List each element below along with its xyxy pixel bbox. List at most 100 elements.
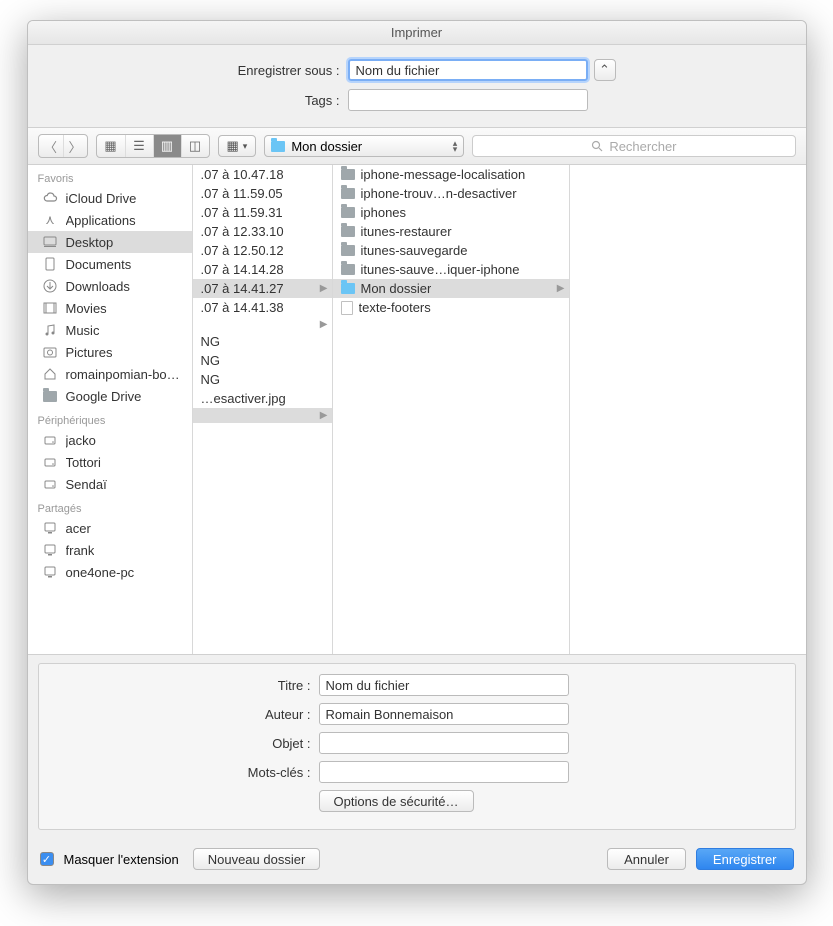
file-row[interactable]: texte-footers: [333, 298, 569, 317]
file-name: texte-footers: [359, 300, 431, 315]
sidebar-item[interactable]: Music: [28, 319, 192, 341]
file-row[interactable]: itunes-sauvegarde: [333, 241, 569, 260]
file-name: Mon dossier: [361, 281, 432, 296]
file-row[interactable]: .07 à 14.14.28: [193, 260, 332, 279]
bottom-bar: ✓ Masquer l'extension Nouveau dossier An…: [28, 838, 806, 884]
sidebar-item[interactable]: iCloud Drive: [28, 187, 192, 209]
search-field[interactable]: Rechercher: [472, 135, 795, 157]
disk-icon: [42, 432, 58, 448]
sidebar-item-label: jacko: [66, 433, 96, 448]
chevron-right-icon: ▶: [316, 319, 328, 330]
file-row[interactable]: .07 à 12.33.10: [193, 222, 332, 241]
sidebar-item-label: Music: [66, 323, 100, 338]
file-name: NG: [201, 334, 221, 349]
file-row[interactable]: .07 à 11.59.31: [193, 203, 332, 222]
folder-icon: [341, 207, 355, 218]
column-1: .07 à 10.47.18.07 à 11.59.05.07 à 11.59.…: [193, 165, 333, 654]
sidebar-item[interactable]: Sendaï: [28, 473, 192, 495]
cloud-icon: [42, 190, 58, 206]
file-name: iphone-trouv…n-desactiver: [361, 186, 517, 201]
collapse-button[interactable]: ⌃: [594, 59, 616, 81]
file-row[interactable]: .07 à 14.41.38: [193, 298, 332, 317]
sidebar-item-label: romainpomian-bonne…: [66, 367, 182, 382]
sidebar-item[interactable]: jacko: [28, 429, 192, 451]
sidebar-item[interactable]: romainpomian-bonne…: [28, 363, 192, 385]
save-as-label: Enregistrer sous :: [58, 63, 348, 78]
view-mode-group: ▦ ☰ ▥ ◫: [96, 134, 210, 158]
file-row[interactable]: iphone-message-localisation: [333, 165, 569, 184]
sidebar-item[interactable]: ⋏Applications: [28, 209, 192, 231]
sidebar-item[interactable]: Google Drive: [28, 385, 192, 407]
file-row[interactable]: .07 à 10.47.18: [193, 165, 332, 184]
pc-icon: [42, 520, 58, 536]
column-view-button[interactable]: ▥: [153, 135, 181, 157]
home-icon: [42, 366, 58, 382]
tags-input[interactable]: [348, 89, 588, 111]
path-popup[interactable]: Mon dossier ▴▾: [264, 135, 464, 157]
file-name: NG: [201, 372, 221, 387]
subject-input[interactable]: [319, 732, 569, 754]
new-folder-button[interactable]: Nouveau dossier: [193, 848, 321, 870]
file-row[interactable]: iphone-trouv…n-desactiver: [333, 184, 569, 203]
sidebar-item[interactable]: Tottori: [28, 451, 192, 473]
sidebar-item[interactable]: Documents: [28, 253, 192, 275]
hide-extension-label: Masquer l'extension: [64, 852, 179, 867]
file-row[interactable]: .07 à 11.59.05: [193, 184, 332, 203]
file-row[interactable]: itunes-sauve…iquer-iphone: [333, 260, 569, 279]
music-icon: [42, 322, 58, 338]
top-fields: Enregistrer sous : ⌃ Tags :: [28, 45, 806, 127]
save-button[interactable]: Enregistrer: [696, 848, 794, 870]
file-name: NG: [201, 353, 221, 368]
file-row[interactable]: ▶: [193, 317, 332, 332]
tags-label: Tags :: [58, 93, 348, 108]
save-dialog: Imprimer Enregistrer sous : ⌃ Tags : 〈 〉…: [27, 20, 807, 885]
disk-icon: [42, 476, 58, 492]
keywords-input[interactable]: [319, 761, 569, 783]
file-row[interactable]: NG: [193, 351, 332, 370]
file-row[interactable]: Mon dossier▶: [333, 279, 569, 298]
cancel-button[interactable]: Annuler: [607, 848, 686, 870]
chevron-right-icon: ▶: [316, 410, 328, 421]
icon-view-button[interactable]: ▦: [97, 135, 125, 157]
file-row[interactable]: NG: [193, 332, 332, 351]
security-options-button[interactable]: Options de sécurité…: [319, 790, 474, 812]
file-row[interactable]: .07 à 12.50.12: [193, 241, 332, 260]
column-2: iphone-message-localisation iphone-trouv……: [333, 165, 570, 654]
file-name: .07 à 14.41.38: [201, 300, 284, 315]
list-view-button[interactable]: ☰: [125, 135, 153, 157]
back-button[interactable]: 〈: [39, 135, 63, 157]
sidebar-item[interactable]: Movies: [28, 297, 192, 319]
sidebar-item[interactable]: frank: [28, 539, 192, 561]
file-row[interactable]: NG: [193, 370, 332, 389]
file-row[interactable]: iphones: [333, 203, 569, 222]
forward-button[interactable]: 〉: [63, 135, 87, 157]
sidebar-item-label: Sendaï: [66, 477, 107, 492]
toolbar: 〈 〉 ▦ ☰ ▥ ◫ ▦ ▾ Mon dossier ▴▾ Recherche…: [28, 127, 806, 165]
file-name: iphones: [361, 205, 407, 220]
sidebar-heading: Périphériques: [28, 407, 192, 429]
author-input[interactable]: [319, 703, 569, 725]
chevron-down-icon: ▾: [243, 141, 248, 152]
search-placeholder: Rechercher: [609, 139, 676, 154]
filename-input[interactable]: [348, 59, 588, 81]
sidebar-item[interactable]: Downloads: [28, 275, 192, 297]
chevron-right-icon: ▶: [316, 283, 328, 294]
sidebar-item[interactable]: one4one-pc: [28, 561, 192, 583]
file-row[interactable]: .07 à 14.41.27▶: [193, 279, 332, 298]
title-input[interactable]: [319, 674, 569, 696]
coverflow-view-button[interactable]: ◫: [181, 135, 209, 157]
coverflow-icon: ◫: [189, 138, 201, 154]
file-row[interactable]: itunes-restaurer: [333, 222, 569, 241]
hide-extension-checkbox[interactable]: ✓: [40, 852, 54, 866]
file-row[interactable]: …esactiver.jpg: [193, 389, 332, 408]
arrange-button[interactable]: ▦ ▾: [218, 135, 257, 157]
grid-small-icon: ▦: [227, 138, 239, 154]
sidebar-item-label: iCloud Drive: [66, 191, 137, 206]
sidebar-item[interactable]: Desktop: [28, 231, 192, 253]
file-row[interactable]: ▶: [193, 408, 332, 423]
sidebar-item[interactable]: acer: [28, 517, 192, 539]
sidebar-item[interactable]: Pictures: [28, 341, 192, 363]
folder-icon: [42, 388, 58, 404]
folder-icon: [341, 226, 355, 237]
svg-text:⋏: ⋏: [45, 212, 55, 227]
